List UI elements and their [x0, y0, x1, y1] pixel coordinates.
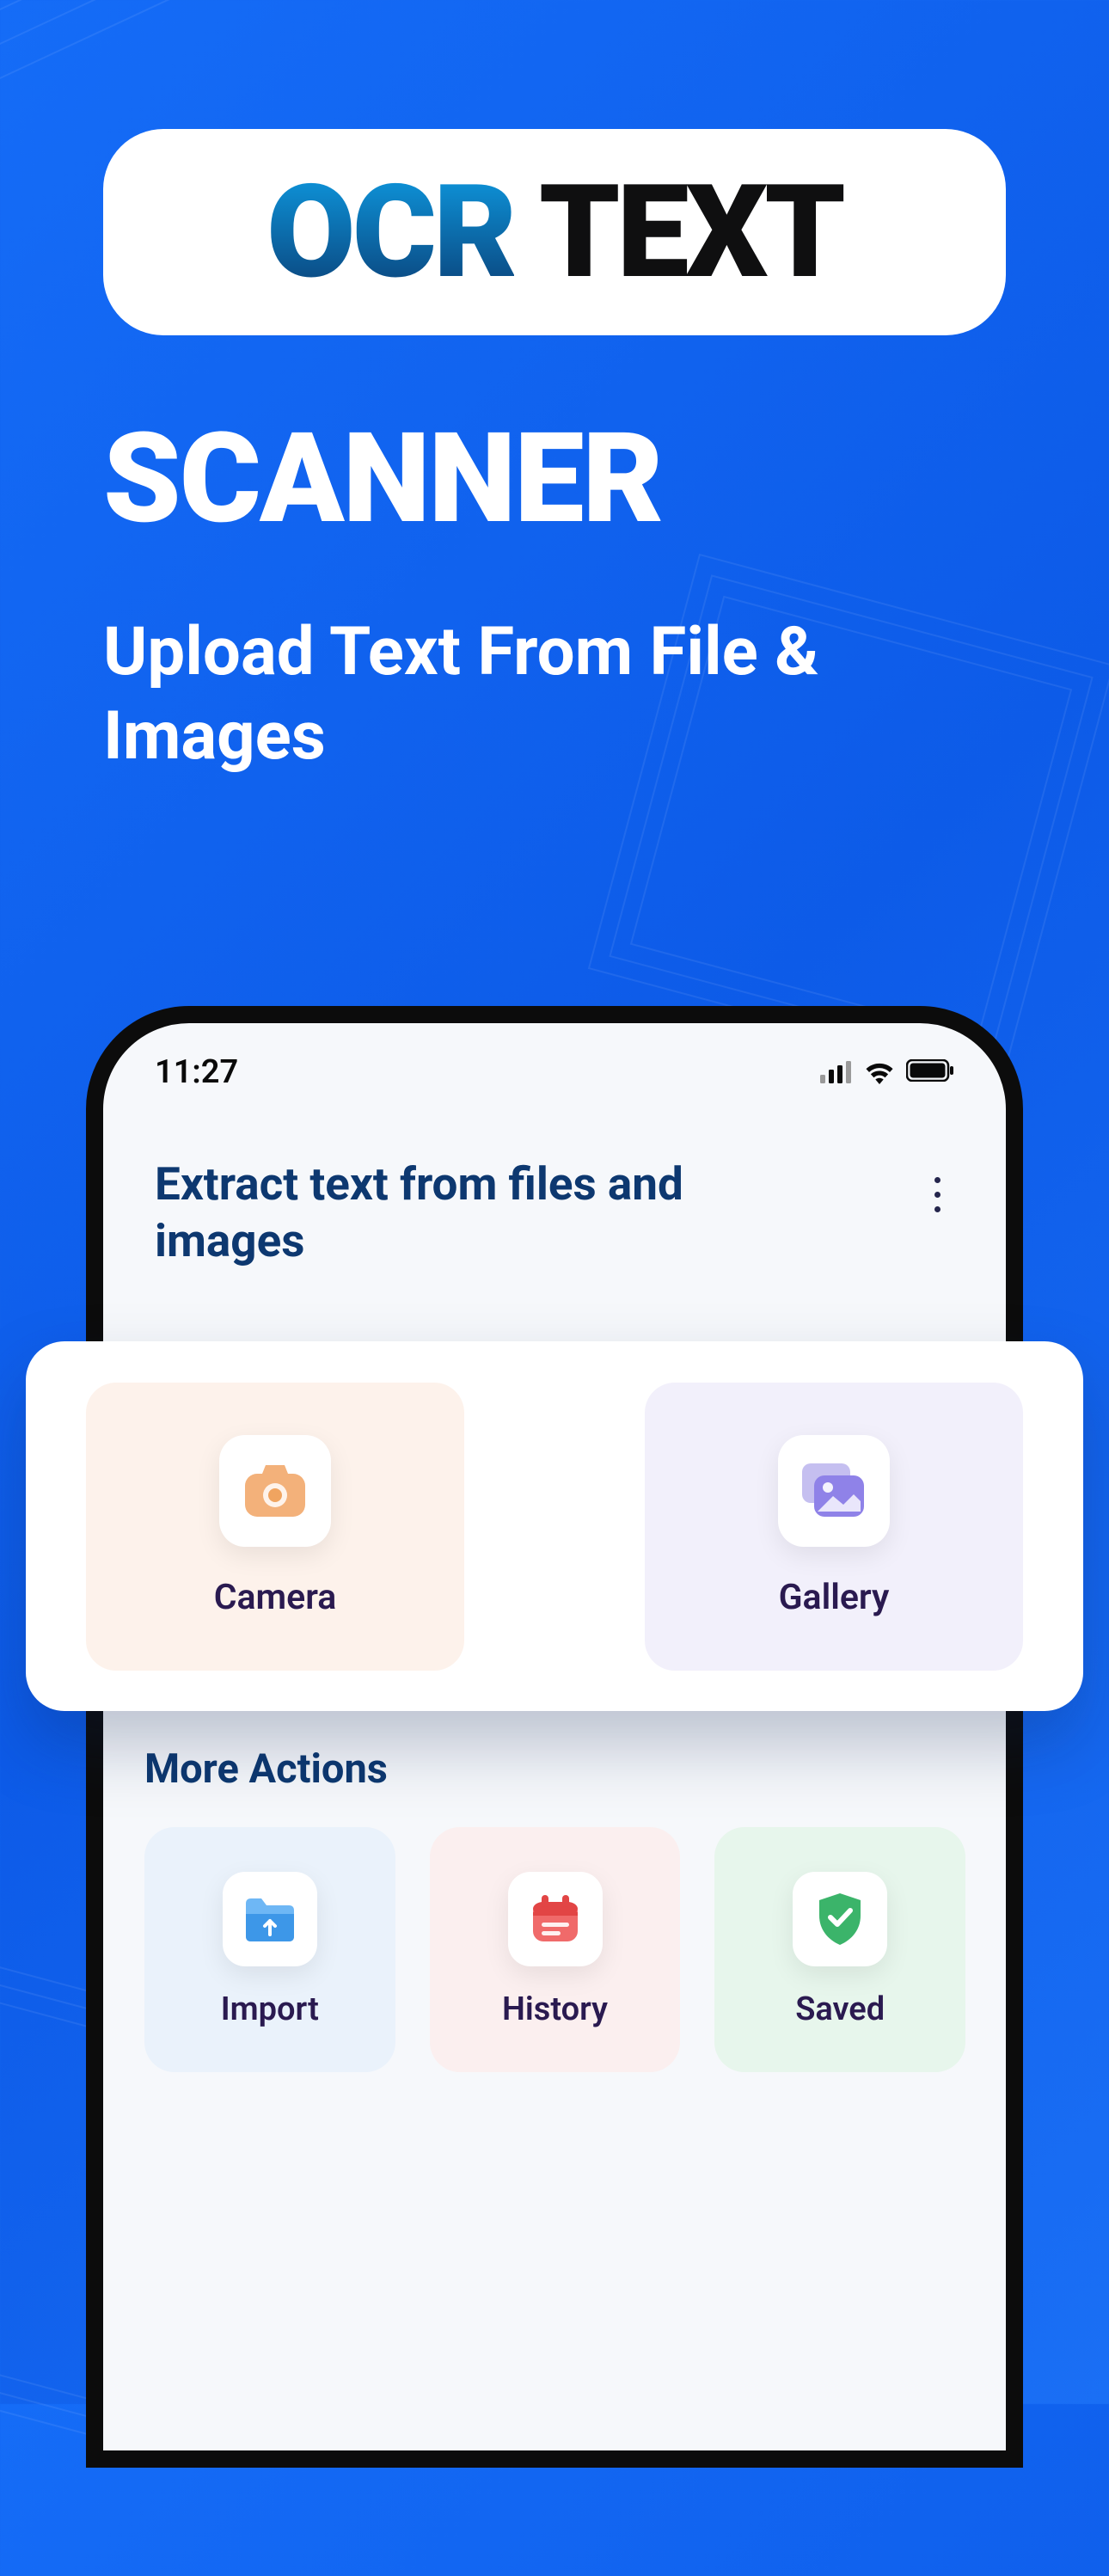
- status-time: 11:27: [155, 1053, 238, 1091]
- wifi-icon: [863, 1060, 896, 1084]
- more-actions-section: More Actions Import: [144, 1745, 965, 2072]
- page-header: Extract text from files and images: [103, 1113, 1006, 1296]
- import-label: Import: [221, 1990, 319, 2028]
- camera-label: Camera: [214, 1577, 337, 1618]
- battery-icon: [906, 1059, 954, 1085]
- gallery-icon: [778, 1435, 890, 1547]
- status-icons: [820, 1059, 954, 1085]
- promo-subtitle: Upload Text From File & Images: [103, 610, 1006, 778]
- promo-title-pill: OCR TEXT: [103, 129, 1006, 335]
- gallery-tile[interactable]: Gallery: [645, 1383, 1023, 1671]
- promo-title-ocr: OCR: [267, 156, 514, 308]
- shield-check-icon: [793, 1872, 887, 1966]
- import-tile[interactable]: Import: [144, 1827, 395, 2072]
- camera-tile[interactable]: Camera: [86, 1383, 464, 1671]
- primary-actions-card: Camera Gallery: [26, 1341, 1083, 1711]
- promo-scanner-title: SCANNER: [103, 417, 1006, 542]
- history-label: History: [502, 1990, 608, 2028]
- page-title: Extract text from files and images: [155, 1156, 757, 1270]
- history-tile[interactable]: History: [430, 1827, 681, 2072]
- status-bar: 11:27: [103, 1049, 1006, 1113]
- more-actions-header: More Actions: [144, 1745, 965, 1793]
- saved-tile[interactable]: Saved: [714, 1827, 965, 2072]
- overflow-menu-button[interactable]: [920, 1164, 954, 1224]
- cellular-signal-icon: [820, 1061, 853, 1083]
- folder-upload-icon: [223, 1872, 317, 1966]
- saved-label: Saved: [795, 1990, 885, 2028]
- promo-title-text: TEXT: [514, 156, 842, 308]
- camera-icon: [219, 1435, 331, 1547]
- calendar-icon: [508, 1872, 603, 1966]
- phone-mockup: 11:27: [86, 1006, 1023, 2468]
- gallery-label: Gallery: [779, 1577, 890, 1618]
